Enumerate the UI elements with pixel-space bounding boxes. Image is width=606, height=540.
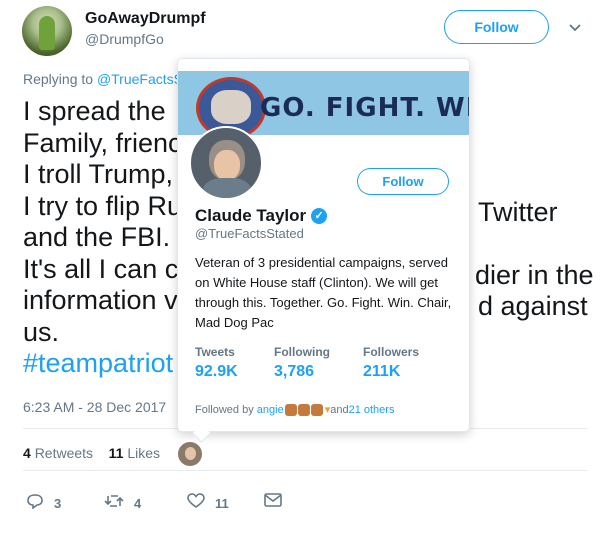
reply-icon	[26, 493, 44, 514]
reply-action[interactable]: 3	[26, 493, 61, 514]
tweet-line-fragment: d against	[478, 291, 588, 321]
tweet-line-fragment: dier in the	[475, 260, 594, 290]
monkey-emoji-icon	[310, 403, 323, 416]
tweet-timestamp[interactable]: 6:23 AM - 28 Dec 2017	[23, 399, 166, 415]
profile-stats: Tweets 92.9K Following 3,786 Followers 2…	[195, 345, 419, 381]
retweet-icon	[104, 493, 124, 514]
profile-avatar[interactable]	[189, 126, 263, 200]
retweets-stat[interactable]: 4 Retweets	[23, 445, 93, 461]
direct-message-action[interactable]	[264, 493, 292, 512]
tweets-stat[interactable]: Tweets 92.9K	[195, 345, 274, 381]
chevron-down-icon[interactable]	[568, 20, 582, 36]
retweet-action[interactable]: 4	[104, 493, 141, 514]
monkey-emoji-icon	[284, 403, 297, 416]
divider	[23, 470, 588, 471]
liker-avatar[interactable]	[178, 442, 202, 466]
tweet-stats: 4 Retweets 11 Likes	[23, 445, 160, 461]
envelope-icon	[264, 493, 282, 512]
follow-button[interactable]: Follow	[444, 10, 549, 44]
banner-slogan: GO. FIGHT. WIN.	[260, 93, 469, 123]
profile-handle[interactable]: @TrueFactsStated	[195, 226, 304, 241]
profile-name[interactable]: Claude Taylor ✓	[195, 206, 328, 226]
monkey-emoji-icon	[297, 403, 310, 416]
followed-by: Followed by angie ▾ and 21 others	[195, 403, 395, 416]
heart-icon	[187, 493, 205, 514]
author-avatar[interactable]	[22, 6, 72, 56]
likes-stat[interactable]: 11 Likes	[109, 445, 160, 461]
followed-by-user-link[interactable]: angie	[257, 404, 284, 416]
profile-hover-card: GO. FIGHT. WIN. Follow Claude Taylor ✓ @…	[177, 58, 470, 443]
verified-badge-icon: ✓	[311, 208, 328, 224]
tweet-line-fragment: Twitter	[478, 197, 558, 227]
author-display-name[interactable]: GoAwayDrumpf	[85, 10, 206, 28]
like-action[interactable]: 11	[187, 493, 229, 514]
followers-stat[interactable]: Followers 211K	[363, 345, 419, 381]
profile-bio: Veteran of 3 presidential campaigns, ser…	[195, 255, 452, 330]
card-follow-button[interactable]: Follow	[357, 168, 449, 195]
reply-count: 3	[54, 496, 62, 511]
author-handle[interactable]: @DrumpfGo	[85, 31, 164, 47]
followed-by-others-link[interactable]: 21 others	[349, 404, 395, 416]
retweet-count: 4	[134, 496, 142, 511]
like-count: 11	[215, 496, 229, 511]
replying-to: Replying to @TrueFactsS	[23, 71, 183, 87]
following-stat[interactable]: Following 3,786	[274, 345, 363, 381]
reply-mention-link[interactable]: @TrueFactsS	[97, 71, 183, 87]
replying-prefix: Replying to	[23, 71, 97, 87]
